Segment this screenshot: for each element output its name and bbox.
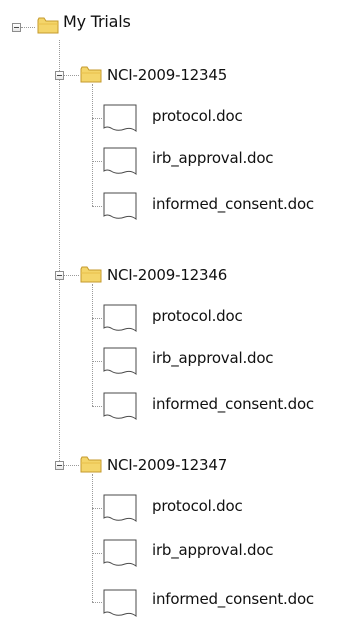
- branch-line: [64, 75, 79, 76]
- document-icon: [103, 539, 137, 567]
- child-connector-line: [92, 284, 93, 406]
- branch-line: [92, 318, 102, 319]
- file-label[interactable]: protocol.doc: [152, 497, 243, 515]
- branch-line: [92, 161, 102, 162]
- document-icon: [103, 347, 137, 375]
- document-icon: [103, 104, 137, 132]
- collapse-icon[interactable]: [55, 271, 64, 280]
- branch-line: [92, 361, 102, 362]
- file-label[interactable]: informed_consent.doc: [152, 590, 314, 608]
- document-icon: [103, 494, 137, 522]
- branch-line: [92, 508, 102, 509]
- collapse-icon[interactable]: [12, 23, 21, 32]
- document-icon: [103, 147, 137, 175]
- branch-line: [92, 118, 102, 119]
- root-branch-line: [21, 27, 35, 28]
- file-label[interactable]: informed_consent.doc: [152, 395, 314, 413]
- tree-node-label[interactable]: My Trials: [63, 13, 131, 31]
- branch-line: [92, 602, 102, 603]
- branch-line: [92, 206, 102, 207]
- tree-node-label[interactable]: NCI-2009-12347: [107, 456, 227, 474]
- document-icon: [103, 304, 137, 332]
- file-label[interactable]: protocol.doc: [152, 307, 243, 325]
- file-label[interactable]: irb_approval.doc: [152, 541, 274, 559]
- root-connector-line: [59, 40, 60, 465]
- child-connector-line: [92, 84, 93, 206]
- collapse-icon[interactable]: [55, 71, 64, 80]
- document-icon: [103, 589, 137, 617]
- branch-line: [92, 406, 102, 407]
- file-label[interactable]: irb_approval.doc: [152, 349, 274, 367]
- document-icon: [103, 192, 137, 220]
- document-icon: [103, 392, 137, 420]
- folder-icon: [37, 17, 59, 34]
- folder-icon: [80, 66, 102, 83]
- branch-line: [92, 553, 102, 554]
- file-label[interactable]: irb_approval.doc: [152, 149, 274, 167]
- file-label[interactable]: informed_consent.doc: [152, 195, 314, 213]
- tree-node-label[interactable]: NCI-2009-12345: [107, 66, 227, 84]
- folder-icon: [80, 266, 102, 283]
- tree-node-label[interactable]: NCI-2009-12346: [107, 266, 227, 284]
- collapse-icon[interactable]: [55, 461, 64, 470]
- branch-line: [64, 465, 79, 466]
- folder-icon: [80, 456, 102, 473]
- branch-line: [64, 275, 79, 276]
- child-connector-line: [92, 474, 93, 602]
- file-label[interactable]: protocol.doc: [152, 107, 243, 125]
